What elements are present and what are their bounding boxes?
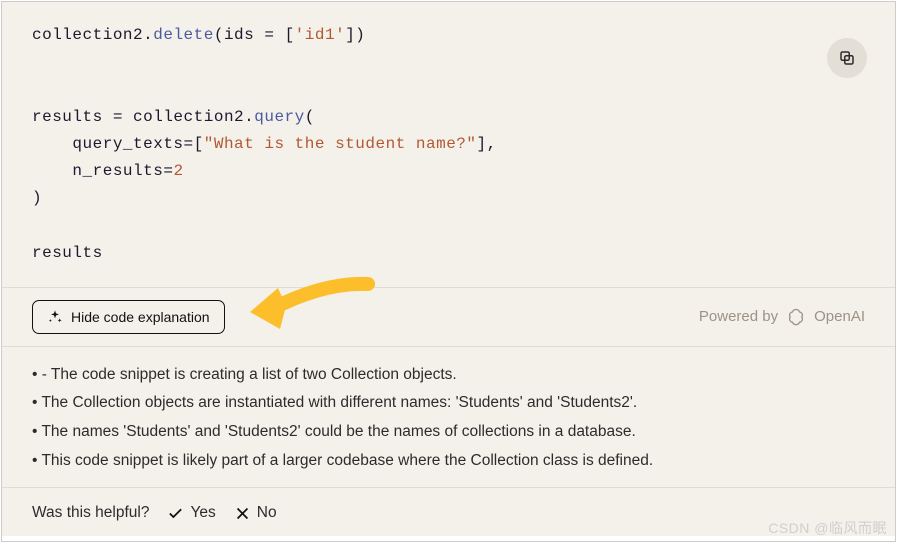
x-icon (234, 505, 251, 522)
list-item: • The Collection objects are instantiate… (32, 389, 865, 418)
feedback-yes-button[interactable]: Yes (167, 504, 215, 522)
toggle-row: Hide code explanation Powered by OpenAI (2, 288, 895, 346)
hide-explanation-label: Hide code explanation (71, 309, 210, 325)
sparkle-icon (47, 309, 63, 325)
feedback-no-label: No (257, 504, 277, 522)
powered-prefix: Powered by (699, 308, 778, 325)
explanation-block: • - The code snippet is creating a list … (2, 346, 895, 488)
code-block: collection2.delete(ids = ['id1']) result… (2, 2, 895, 287)
copy-icon (838, 49, 856, 67)
feedback-prompt: Was this helpful? (32, 504, 149, 522)
check-icon (167, 505, 184, 522)
list-item: • - The code snippet is creating a list … (32, 361, 865, 390)
list-item: • The names 'Students' and 'Students2' c… (32, 418, 865, 447)
hide-explanation-button[interactable]: Hide code explanation (32, 300, 225, 334)
feedback-yes-label: Yes (190, 504, 215, 522)
code-content: collection2.delete(ids = ['id1']) result… (32, 22, 865, 267)
powered-brand: OpenAI (814, 308, 865, 325)
powered-by: Powered by OpenAI (699, 307, 865, 327)
list-item: • This code snippet is likely part of a … (32, 447, 865, 476)
feedback-row: Was this helpful? Yes No (2, 487, 895, 536)
feedback-no-button[interactable]: No (234, 504, 277, 522)
openai-icon (786, 307, 806, 327)
copy-button[interactable] (827, 38, 867, 78)
frame: collection2.delete(ids = ['id1']) result… (1, 1, 896, 542)
